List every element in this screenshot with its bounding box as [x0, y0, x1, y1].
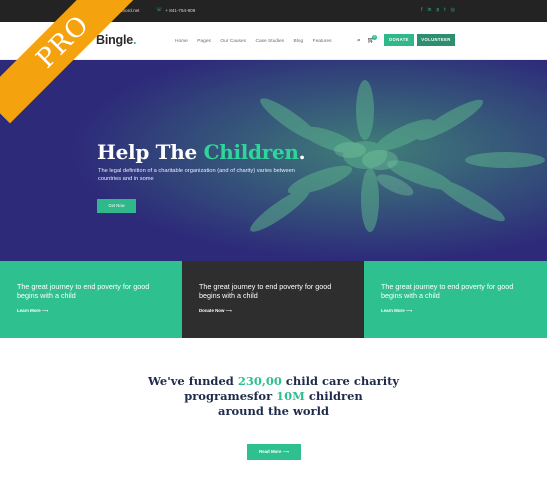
read-more-label: Read More	[259, 449, 282, 454]
funded-line-2: programesfor 10M children	[0, 389, 547, 404]
pinterest-icon[interactable]: p	[436, 7, 439, 13]
card-link-label: Donate Now	[199, 308, 225, 313]
arrow-right-icon: ⟶	[282, 449, 289, 454]
funded-line-1: We've funded 230,00 child care charity	[0, 374, 547, 389]
logo-dot: .	[133, 33, 137, 47]
phone-contact[interactable]: ☏ + 841-754-909	[156, 7, 195, 13]
get-now-button[interactable]: Get Now	[97, 199, 136, 213]
donate-button[interactable]: DONATE	[384, 34, 414, 46]
feature-card: The great journey to end poverty for goo…	[182, 261, 364, 338]
card-title: The great journey to end poverty for goo…	[199, 282, 332, 300]
funded-heading: We've funded 230,00 child care charity p…	[0, 374, 547, 419]
hero-title-main: Help The	[97, 140, 197, 164]
funded-line-3: around the world	[218, 404, 329, 418]
donate-now-link[interactable]: Donate Now ⟶	[199, 308, 232, 314]
logo-text: Bingle	[96, 33, 133, 47]
read-more-button[interactable]: Read More ⟶	[247, 444, 301, 460]
hero-description: The legal definition of a charitable org…	[98, 168, 295, 182]
feature-cards: The great journey to end poverty for goo…	[0, 261, 547, 338]
children-count: 10M	[276, 389, 305, 403]
twitter-icon[interactable]: t	[444, 7, 445, 13]
funded-text: programesfor	[184, 389, 277, 403]
instagram-icon[interactable]: ◎	[451, 7, 455, 13]
nav-item-features[interactable]: Features	[313, 39, 332, 44]
feature-card: The great journey to end poverty for goo…	[0, 261, 182, 338]
nav-item-home[interactable]: Home	[175, 39, 188, 44]
card-title: The great journey to end poverty for goo…	[381, 282, 514, 300]
nav-item-blog[interactable]: Blog	[294, 39, 304, 44]
nav-item-our-causes[interactable]: Our Causes	[220, 39, 246, 44]
card-link-label: Learn More	[381, 308, 405, 313]
funded-text: We've funded	[147, 374, 238, 388]
volunteer-button[interactable]: VOLUNTEER	[417, 34, 455, 46]
funded-text: children	[304, 389, 363, 403]
phone-icon: ☏	[156, 7, 163, 13]
facebook-icon[interactable]: f	[421, 7, 422, 13]
main-nav: Home Pages Our Causes Case Studies Blog …	[175, 39, 332, 44]
arrow-right-icon: ⟶	[225, 308, 232, 313]
learn-more-link[interactable]: Learn More ⟶	[381, 308, 412, 314]
linkedin-icon[interactable]: in	[428, 7, 432, 13]
nav-item-case-studies[interactable]: Case Studies	[256, 39, 285, 44]
hero-banner: Help The Children. The legal definition …	[0, 60, 547, 261]
arrow-right-icon: ⟶	[41, 308, 49, 313]
cart-count-badge: 0	[372, 35, 377, 40]
card-title: The great journey to end poverty for goo…	[17, 282, 150, 300]
hero-title-accent: Children	[203, 140, 299, 164]
hero-title: Help The Children.	[97, 140, 306, 164]
phone-text: + 841-754-909	[165, 7, 196, 13]
arrow-right-icon: ⟶	[405, 308, 413, 313]
nav-item-pages[interactable]: Pages	[197, 39, 211, 44]
search-icon[interactable]: ⌕	[357, 37, 361, 45]
card-link-label: Learn More	[17, 308, 41, 313]
feature-card: The great journey to end poverty for goo…	[364, 261, 547, 338]
logo[interactable]: Bingle.	[96, 33, 137, 47]
learn-more-link[interactable]: Learn More ⟶	[17, 308, 48, 314]
funded-amount: 230,00	[237, 374, 282, 388]
social-links: f in p t ◎	[421, 7, 455, 13]
hero-title-dot: .	[298, 140, 306, 164]
funded-text: child care charity	[281, 374, 400, 388]
